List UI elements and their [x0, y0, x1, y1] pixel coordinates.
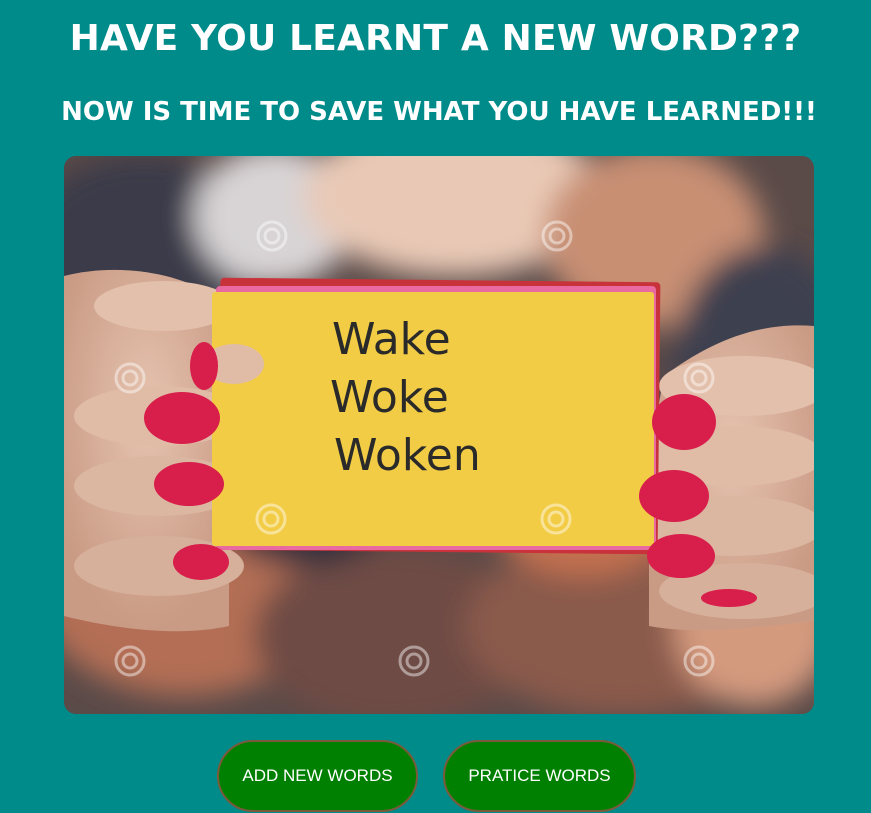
- add-new-words-button[interactable]: ADD NEW WORDS: [217, 740, 418, 812]
- hero-image: Wake Woke Woken: [64, 156, 814, 714]
- word-card: Wake Woke Woken: [212, 277, 661, 555]
- card-word-2: Woke: [330, 372, 449, 423]
- card-word-3: Woken: [334, 430, 481, 481]
- page-subtitle: NOW IS TIME TO SAVE WHAT YOU HAVE LEARNE…: [61, 97, 817, 127]
- page-title: HAVE YOU LEARNT A NEW WORD???: [69, 18, 802, 59]
- card-word-1: Wake: [332, 314, 451, 365]
- practice-words-button[interactable]: PRATICE WORDS: [443, 740, 636, 812]
